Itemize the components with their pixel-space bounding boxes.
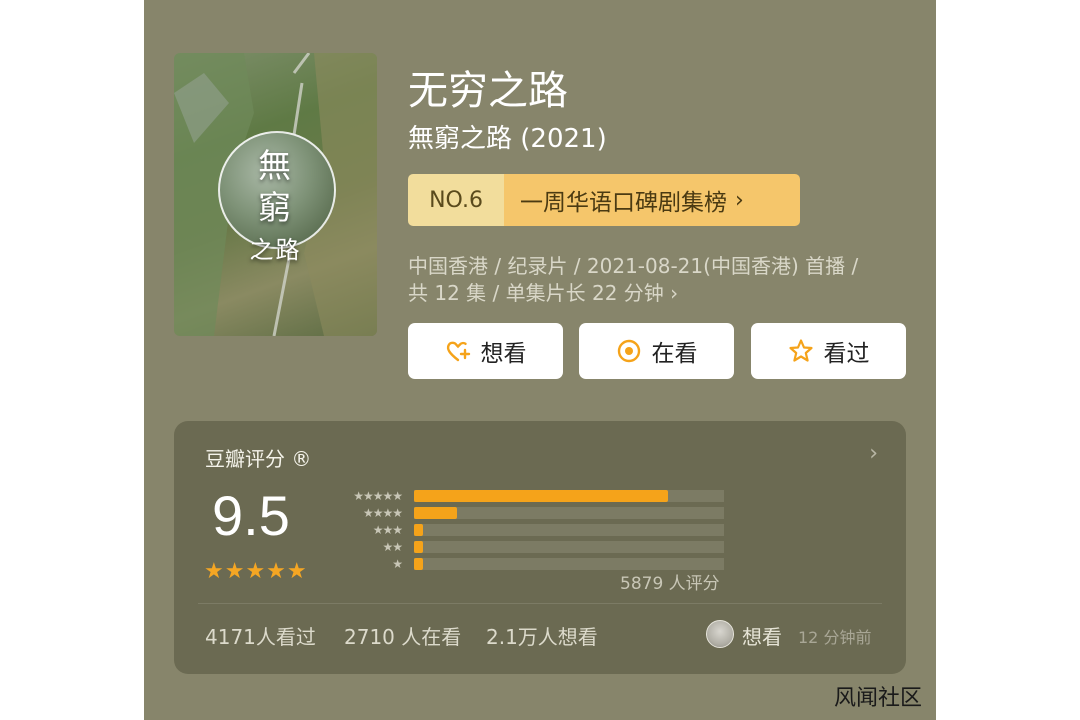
friend-timestamp: 12 分钟前 bbox=[798, 628, 872, 647]
card-divider bbox=[198, 603, 882, 604]
movie-detail-panel: 無 窮 之路 无穷之路 無窮之路 (2021) NO.6 一周华语口碑剧集榜 ›… bbox=[144, 0, 936, 720]
rating-bar-track bbox=[414, 507, 724, 519]
rating-title: 豆瓣评分 ® bbox=[205, 447, 312, 471]
avatar[interactable] bbox=[706, 620, 734, 648]
watching-label: 在看 bbox=[651, 341, 698, 367]
watching-button[interactable]: 在看 bbox=[579, 323, 734, 379]
rating-row-stars: ★★ bbox=[382, 540, 403, 554]
ranking-list: 一周华语口碑剧集榜 › bbox=[504, 174, 800, 226]
chevron-right-icon: › bbox=[735, 187, 744, 213]
original-title: 無窮之路 (2021) bbox=[408, 124, 607, 154]
rating-row: ★★★ bbox=[332, 523, 724, 537]
rating-bar-5 bbox=[414, 490, 669, 502]
want-to-watch-button[interactable]: 想看 bbox=[408, 323, 563, 379]
watched-button[interactable]: 看过 bbox=[751, 323, 906, 379]
ranking-badge[interactable]: NO.6 一周华语口碑剧集榜 › bbox=[408, 174, 800, 226]
rating-row-stars: ★★★★★ bbox=[353, 489, 403, 503]
rating-row: ★★★★ bbox=[332, 506, 724, 520]
rating-row-stars: ★★★ bbox=[372, 523, 403, 537]
poster-title-line2: 窮 bbox=[258, 188, 293, 227]
rating-bar-4 bbox=[414, 507, 458, 519]
watching-count[interactable]: 2710 人在看 bbox=[344, 621, 461, 650]
poster-image[interactable]: 無 窮 之路 bbox=[174, 53, 377, 336]
watched-label: 看过 bbox=[823, 341, 870, 367]
heart-plus-icon bbox=[446, 341, 470, 362]
rating-row: ★★ bbox=[332, 540, 724, 554]
poster-title: 無 窮 之路 bbox=[174, 145, 377, 271]
friend-status: 想看 bbox=[742, 625, 782, 649]
rating-card[interactable]: 豆瓣评分 ® › 9.5 ★★★★★ ★★★★★ ★★★★ ★★★ ★★ ★ 5… bbox=[174, 421, 906, 674]
rating-score: 9.5 bbox=[212, 484, 290, 547]
want-to-watch-label: 想看 bbox=[480, 341, 527, 367]
poster-title-line3: 之路 bbox=[249, 236, 302, 264]
rating-bar-2 bbox=[414, 541, 424, 553]
page-title: 无穷之路 bbox=[408, 68, 568, 114]
watched-count[interactable]: 4171人看过 bbox=[205, 621, 316, 650]
rating-bar-3 bbox=[414, 524, 424, 536]
rating-bar-track bbox=[414, 524, 724, 536]
rating-row: ★★★★★ bbox=[332, 489, 724, 503]
ranking-list-label: 一周华语口碑剧集榜 bbox=[520, 190, 727, 216]
meta-line-1: 中国香港 / 纪录片 / 2021-08-21(中国香港) 首播 / bbox=[408, 254, 859, 278]
ranking-number: NO.6 bbox=[408, 174, 504, 226]
rating-bar-track bbox=[414, 490, 724, 502]
rating-bar-track bbox=[414, 541, 724, 553]
meta-line-2-text: 共 12 集 / 单集片长 22 分钟 bbox=[408, 281, 664, 305]
poster-title-line1: 無 bbox=[258, 146, 293, 185]
rating-row-stars: ★ bbox=[392, 557, 403, 571]
meta-line-2[interactable]: 共 12 集 / 单集片长 22 分钟 › bbox=[408, 277, 678, 306]
rating-row-stars: ★★★★ bbox=[362, 506, 403, 520]
target-icon bbox=[617, 339, 640, 363]
rating-bar-1 bbox=[414, 558, 424, 570]
chevron-right-icon: › bbox=[670, 281, 679, 305]
star-outline-icon bbox=[788, 339, 813, 362]
rating-stars: ★★★★★ bbox=[204, 559, 308, 584]
chevron-right-icon[interactable]: › bbox=[869, 441, 878, 466]
want-count[interactable]: 2.1万人想看 bbox=[486, 621, 598, 650]
watermark: 风闻社区 bbox=[834, 686, 923, 711]
rating-count: 5879 人评分 bbox=[620, 574, 720, 594]
